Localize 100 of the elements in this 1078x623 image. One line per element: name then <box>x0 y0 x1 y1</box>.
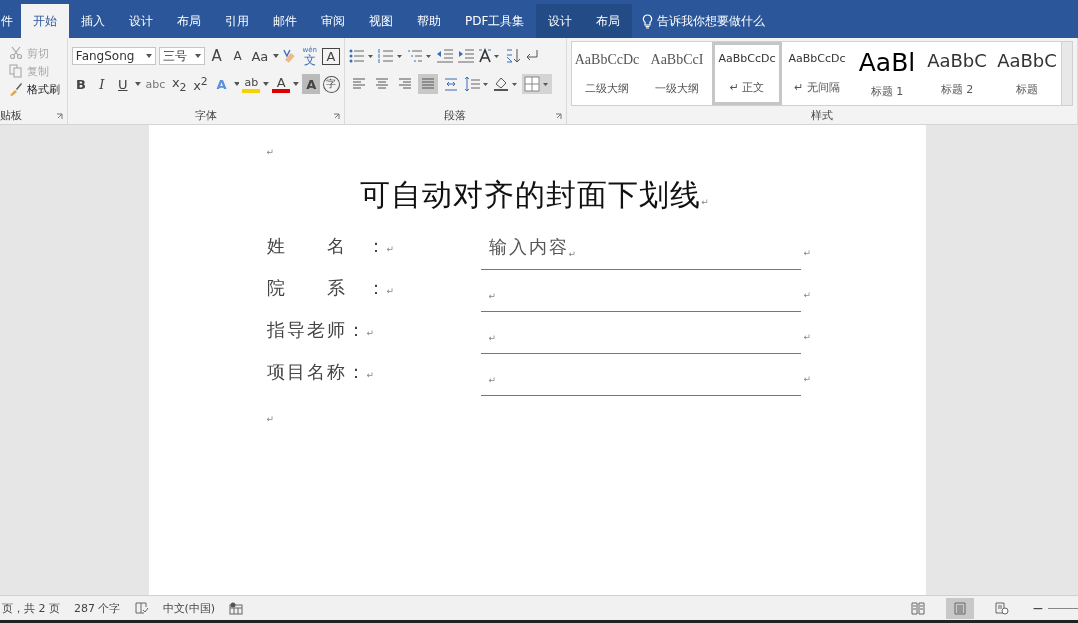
asian-layout-icon[interactable] <box>477 48 502 64</box>
zoom-out-button[interactable]: − <box>1032 600 1044 616</box>
dropdown-caret-icon[interactable] <box>134 82 141 86</box>
paragraph-mark: ↵ <box>366 370 375 380</box>
fill-in-line[interactable]: ↵ <box>480 314 801 354</box>
italic-button[interactable]: I <box>92 74 111 94</box>
bullets-icon[interactable] <box>348 48 375 64</box>
dropdown-caret-icon[interactable] <box>233 82 240 86</box>
distributed-icon <box>443 77 458 91</box>
dropdown-caret-icon[interactable] <box>263 82 270 86</box>
group-label: 字体 <box>194 107 217 123</box>
tell-me-search[interactable]: 告诉我你想要做什么 <box>632 4 766 38</box>
ribbon-tab[interactable]: PDF工具集 <box>453 4 537 38</box>
paragraph-mark: ↵ <box>802 374 812 386</box>
book-icon <box>911 601 926 615</box>
ribbon-tab[interactable]: 开始 <box>21 4 69 38</box>
style-name: 一级大纲 <box>655 80 699 96</box>
dialog-launcher-icon[interactable] <box>332 113 340 120</box>
numbering-icon[interactable] <box>377 48 404 64</box>
script-button[interactable]: x$_{2}$ <box>170 74 189 94</box>
style-preview: AaBbCcDc <box>718 52 776 66</box>
multilevel-list-icon[interactable] <box>406 48 433 64</box>
style-preview: AaBbC <box>927 50 987 72</box>
page-icon <box>953 601 968 615</box>
style-item[interactable]: AaBbC 标题 <box>992 42 1062 105</box>
style-name: ↵ 正文 <box>729 79 765 95</box>
group-label: 贴板 <box>0 107 22 123</box>
line-spacing-icon[interactable] <box>463 76 490 92</box>
align-left-icon <box>351 77 366 91</box>
font-size-field[interactable]: 三号 <box>159 47 205 65</box>
strikethrough-button[interactable]: abc <box>143 74 168 94</box>
dropdown-caret-icon[interactable] <box>273 54 279 58</box>
scissors-icon <box>8 45 24 61</box>
ribbon-tab[interactable]: 设计 <box>536 4 585 38</box>
underline-button[interactable]: U <box>113 74 132 94</box>
ribbon-tab[interactable]: 布局 <box>165 4 213 38</box>
fill-in-line[interactable]: 输入内容↵ <box>480 230 801 270</box>
justify-icon <box>420 77 435 91</box>
style-item[interactable]: AaBbCcDc 二级大纲 <box>572 42 642 105</box>
ribbon-tab[interactable]: 件 <box>0 4 21 38</box>
ribbon-tab[interactable]: 帮助 <box>405 4 453 38</box>
dialog-launcher-icon[interactable] <box>555 113 562 120</box>
style-name: 标题 <box>1016 81 1038 97</box>
style-preview: AaBbCcDc <box>788 52 846 66</box>
sort-icon[interactable] <box>504 48 521 64</box>
field-label: 项目名称： <box>266 361 367 382</box>
dialog-launcher-icon[interactable] <box>55 113 63 120</box>
paragraph-mark: ↵ <box>266 147 276 157</box>
fill-in-line[interactable]: ↵ <box>480 272 801 312</box>
paragraph-mark: ↵ <box>701 197 709 207</box>
shading-icon[interactable] <box>492 76 519 92</box>
style-name: 二级大纲 <box>585 80 629 96</box>
ribbon-tab[interactable]: 引用 <box>213 4 261 38</box>
bold-button[interactable]: B <box>71 74 90 94</box>
script-button[interactable]: x$^{2}$ <box>191 74 210 94</box>
character-shading-button[interactable]: A <box>302 74 321 94</box>
style-item[interactable]: AaBl 标题 1 <box>852 42 922 105</box>
align-right-icon <box>397 77 412 91</box>
ribbon-tab[interactable]: 审阅 <box>309 4 357 38</box>
ribbon-tab[interactable]: 布局 <box>584 4 633 38</box>
ribbon-tab[interactable]: 插入 <box>69 4 117 38</box>
font-color-button[interactable]: A <box>272 75 291 93</box>
style-preview: AaBbCcDc <box>575 51 639 68</box>
style-item[interactable]: AaBbCcDc ↵ 正文 <box>712 42 782 105</box>
style-item[interactable]: AaBbCcDc ↵ 无间隔 <box>782 42 852 105</box>
alignment-button[interactable] <box>417 74 438 94</box>
gallery-scrollbar[interactable] <box>1061 42 1072 105</box>
style-name: ↵ 无间隔 <box>794 79 840 95</box>
paragraph-mark: ↵ <box>266 414 276 424</box>
paragraph-mark: ↵ <box>386 286 395 296</box>
ribbon-tab[interactable]: 邮件 <box>261 4 309 38</box>
macro-icon[interactable] <box>229 601 244 615</box>
dropdown-caret-icon[interactable] <box>293 82 300 86</box>
tell-me-text: 告诉我你想要做什么 <box>657 12 766 30</box>
style-item[interactable]: AaBbCcI 一级大纲 <box>642 42 712 105</box>
document-title: 可自动对齐的封面下划线 <box>360 177 702 212</box>
shrink-font-button[interactable]: A <box>228 46 247 66</box>
highlight-button[interactable]: ab <box>242 75 261 93</box>
lightbulb-icon <box>642 13 654 29</box>
increase-indent-icon[interactable] <box>456 48 475 64</box>
font-name-field[interactable]: FangSong <box>71 47 157 65</box>
style-preview: AaBl <box>858 48 916 78</box>
change-case-button[interactable]: Aa <box>249 46 271 66</box>
proofing-icon[interactable] <box>134 602 149 614</box>
print-layout-button[interactable] <box>946 597 975 619</box>
copy-icon <box>8 63 24 79</box>
style-item[interactable]: AaBbC 标题 2 <box>922 42 992 105</box>
language-indicator[interactable]: 中文(中国) <box>162 600 216 616</box>
field-label: 指导老师： <box>266 319 367 340</box>
style-name: 标题 2 <box>940 81 974 97</box>
decrease-indent-icon[interactable] <box>435 48 454 64</box>
clipboard-button[interactable]: 格式刷 <box>8 81 67 97</box>
grow-font-button[interactable]: A <box>207 46 226 66</box>
ribbon-tab[interactable]: 视图 <box>357 4 405 38</box>
paragraph-mark: ↵ <box>366 328 375 338</box>
ribbon-tab[interactable]: 设计 <box>117 4 165 38</box>
group-label: 样式 <box>811 107 833 123</box>
character-border-button[interactable]: A <box>321 47 340 65</box>
fill-in-line[interactable]: ↵ <box>480 356 801 396</box>
dropdown-caret-icon <box>194 54 201 58</box>
